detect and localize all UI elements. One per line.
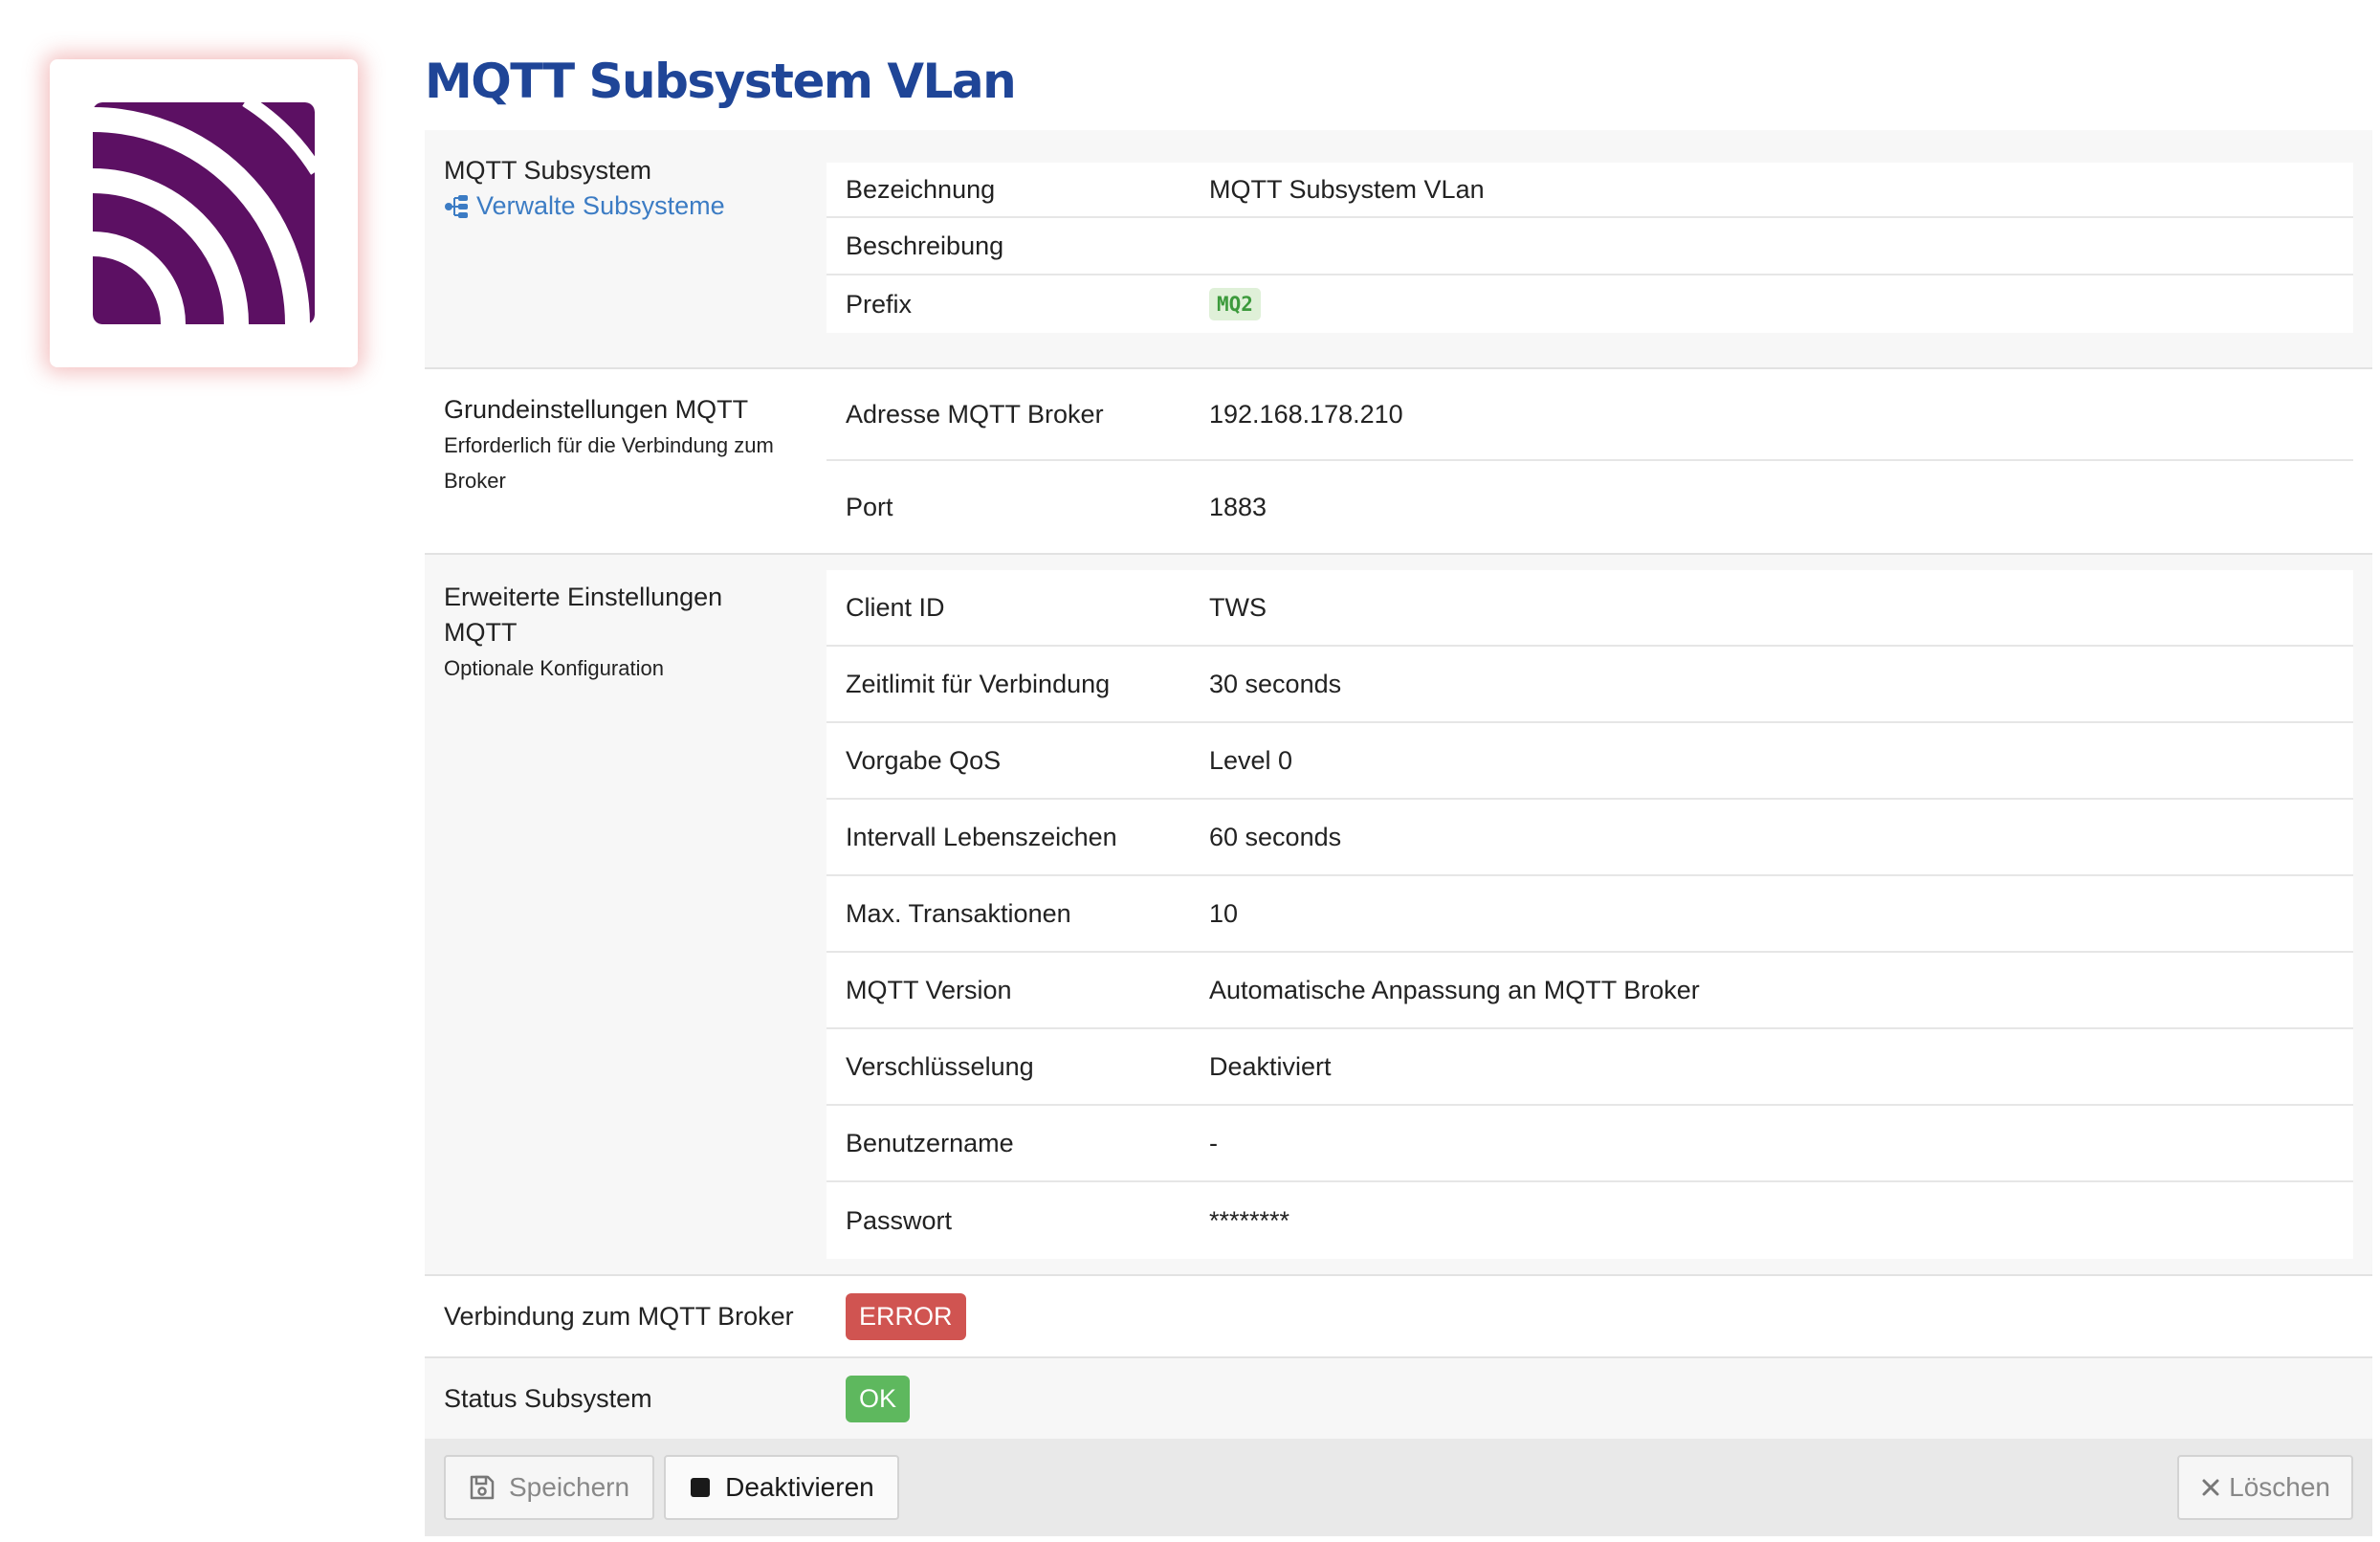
prefix-code: MQ2 xyxy=(1209,288,1261,320)
section-connection: Verbindung zum MQTT Broker ERROR xyxy=(425,1276,2372,1358)
section-subsystem-title: MQTT Subsystem xyxy=(444,156,652,185)
delete-label: Löschen xyxy=(2229,1472,2330,1502)
action-toolbar: Speichern Deaktivieren Löschen xyxy=(425,1439,2372,1536)
manage-subsystems-label: Verwalte Subsysteme xyxy=(476,191,725,220)
basic-settings-table: Adresse MQTT Broker 192.168.178.210 Port… xyxy=(826,369,2353,553)
manage-subsystems-link[interactable]: Verwalte Subsysteme xyxy=(444,188,826,224)
stop-icon xyxy=(691,1478,711,1497)
row-key: Zeitlimit für Verbindung xyxy=(846,669,1111,698)
table-row: Client ID TWS xyxy=(826,570,2353,647)
table-row: Beschreibung xyxy=(826,218,2353,275)
page-title: MQTT Subsystem VLan xyxy=(425,54,1017,109)
table-row: Prefix MQ2 xyxy=(826,275,2353,333)
row-value: MQTT Subsystem VLan xyxy=(1209,174,1485,204)
table-row: MQTT Version Automatische Anpassung an M… xyxy=(826,953,2353,1029)
section-basic-title: Grundeinstellungen MQTT xyxy=(444,395,749,424)
floppy-disk-icon xyxy=(470,1475,495,1500)
delete-button[interactable]: Löschen xyxy=(2177,1455,2353,1520)
deactivate-label: Deaktivieren xyxy=(725,1472,874,1502)
row-value: TWS xyxy=(1209,592,1267,622)
section-basic-subtitle: Erforderlich für die Verbindung zum Brok… xyxy=(444,433,774,493)
row-value: 60 seconds xyxy=(1209,822,1342,851)
section-advanced-title: Erweiterte Einstellungen MQTT xyxy=(444,583,723,647)
section-status: Status Subsystem OK xyxy=(425,1358,2372,1439)
subsystem-logo xyxy=(50,59,358,367)
section-advanced-subtitle: Optionale Konfiguration xyxy=(444,656,664,680)
section-basic-label: Grundeinstellungen MQTT Erforderlich für… xyxy=(425,392,826,553)
table-row: Zeitlimit für Verbindung 30 seconds xyxy=(826,647,2353,723)
table-row: Intervall Lebenszeichen 60 seconds xyxy=(826,800,2353,876)
row-value: ******** xyxy=(1209,1205,1290,1235)
table-row: Benutzername - xyxy=(826,1106,2353,1182)
row-value: Level 0 xyxy=(1209,745,1293,775)
section-advanced-label: Erweiterte Einstellungen MQTT Optionale … xyxy=(425,570,826,1259)
subsystem-table: Bezeichnung MQTT Subsystem VLan Beschrei… xyxy=(826,163,2353,333)
sitemap-icon xyxy=(445,194,468,218)
row-key: MQTT Version xyxy=(846,975,1012,1004)
deactivate-button[interactable]: Deaktivieren xyxy=(664,1455,899,1520)
row-key: Benutzername xyxy=(846,1128,1014,1157)
connection-title: Verbindung zum MQTT Broker xyxy=(444,1301,794,1331)
row-key: Passwort xyxy=(846,1205,953,1235)
row-value: Automatische Anpassung an MQTT Broker xyxy=(1209,975,1700,1004)
row-key: Vorgabe QoS xyxy=(846,745,1002,775)
status-label: Status Subsystem xyxy=(425,1381,846,1417)
row-value: 10 xyxy=(1209,898,1239,928)
status-title: Status Subsystem xyxy=(444,1383,652,1413)
table-row: Bezeichnung MQTT Subsystem VLan xyxy=(826,163,2353,218)
table-row: Verschlüsselung Deaktiviert xyxy=(826,1029,2353,1106)
section-subsystem: MQTT Subsystem Verwalte Subsysteme Bezei… xyxy=(425,130,2372,369)
mqtt-logo-icon xyxy=(93,102,315,324)
row-key: Beschreibung xyxy=(846,231,1004,260)
row-key: Port xyxy=(846,492,893,521)
row-key: Verschlüsselung xyxy=(846,1051,1034,1081)
row-key: Prefix xyxy=(846,289,913,319)
row-value: 192.168.178.210 xyxy=(1209,399,1403,429)
row-key: Adresse MQTT Broker xyxy=(846,399,1104,429)
row-key: Max. Transaktionen xyxy=(846,898,1071,928)
table-row: Vorgabe QoS Level 0 xyxy=(826,723,2353,800)
connection-label: Verbindung zum MQTT Broker xyxy=(425,1299,846,1334)
section-advanced-settings: Erweiterte Einstellungen MQTT Optionale … xyxy=(425,555,2372,1276)
row-value: - xyxy=(1209,1128,1218,1157)
table-row: Adresse MQTT Broker 192.168.178.210 xyxy=(826,369,2353,461)
subsystem-details: MQTT Subsystem Verwalte Subsysteme Bezei… xyxy=(425,130,2372,1536)
connection-status-badge: ERROR xyxy=(846,1292,966,1340)
advanced-settings-table: Client ID TWS Zeitlimit für Verbindung 3… xyxy=(826,570,2353,1259)
section-basic-settings: Grundeinstellungen MQTT Erforderlich für… xyxy=(425,369,2372,555)
close-icon xyxy=(2202,1479,2219,1496)
row-key: Intervall Lebenszeichen xyxy=(846,822,1117,851)
table-row: Passwort ******** xyxy=(826,1182,2353,1259)
table-row: Port 1883 xyxy=(826,461,2353,553)
row-key: Bezeichnung xyxy=(846,174,996,204)
row-value: 1883 xyxy=(1209,492,1267,521)
save-label: Speichern xyxy=(509,1472,630,1502)
section-subsystem-label: MQTT Subsystem Verwalte Subsysteme xyxy=(425,153,826,333)
subsystem-status-badge: OK xyxy=(846,1375,911,1422)
table-row: Max. Transaktionen 10 xyxy=(826,876,2353,953)
row-key: Client ID xyxy=(846,592,945,622)
save-button[interactable]: Speichern xyxy=(444,1455,655,1520)
row-value: 30 seconds xyxy=(1209,669,1342,698)
row-value: Deaktiviert xyxy=(1209,1051,1332,1081)
